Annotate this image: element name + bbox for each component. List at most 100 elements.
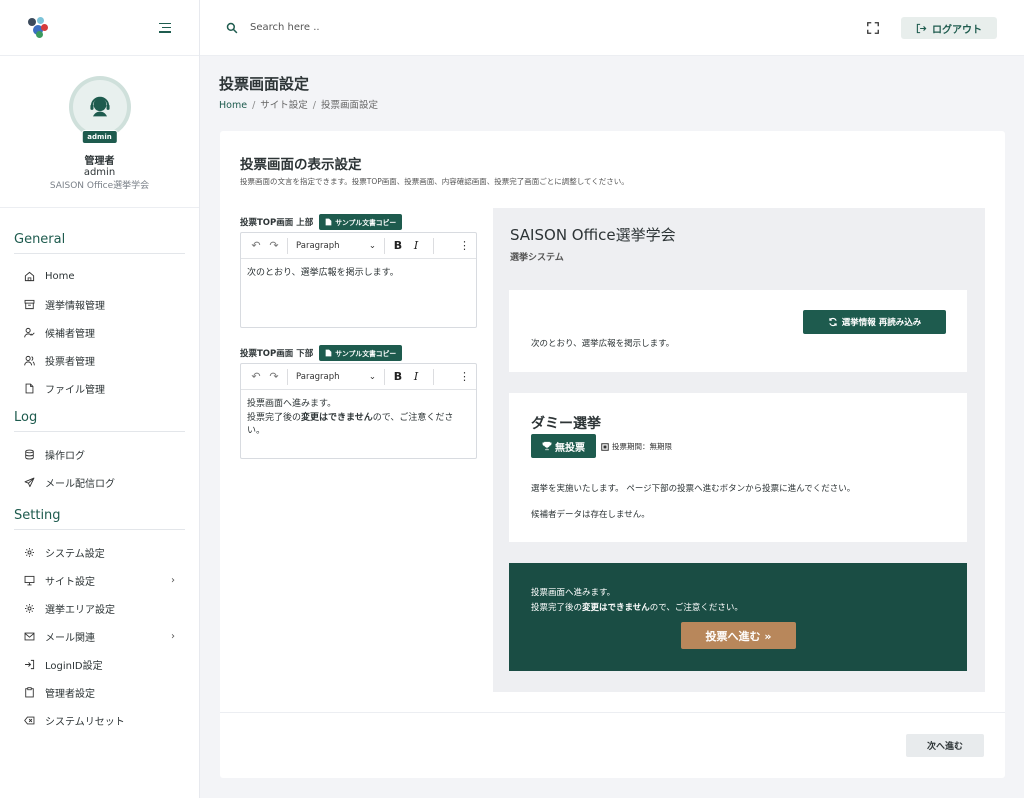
menu-toggle-icon[interactable] <box>157 22 171 33</box>
support-agent-icon <box>89 96 110 117</box>
italic-icon[interactable]: I <box>407 237 425 255</box>
redo-icon[interactable]: ↷ <box>265 237 283 255</box>
logout-button[interactable]: ログアウト <box>901 17 997 39</box>
redo-icon[interactable]: ↷ <box>265 368 283 386</box>
chevron-right-icon: › <box>171 574 175 586</box>
editor-top-label: 投票TOP画面 上部 サンプル文書コピー <box>240 214 403 230</box>
sidebar-item-system-settings[interactable]: システム設定 <box>14 538 185 566</box>
sidebar-item-label: サイト設定 <box>45 576 95 588</box>
paragraph-select[interactable]: Paragraph ⌄ <box>292 372 380 382</box>
preview-election-box: ダミー選挙 無投票 投票期間：無期限 選挙を実施いたします。 ページ下部の投票へ… <box>509 393 967 542</box>
italic-icon[interactable]: I <box>407 368 425 386</box>
election-title: ダミー選挙 <box>531 416 601 432</box>
home-icon <box>24 271 35 281</box>
editor-toolbar: ↶ ↷ Paragraph ⌄ B I ⋮ <box>241 233 476 259</box>
search-icon <box>226 22 238 33</box>
sidebar-item-label: 投票者管理 <box>45 356 95 368</box>
sidebar-item-files[interactable]: ファイル管理 <box>14 374 185 402</box>
user-check-icon <box>24 327 35 337</box>
nav-general: General Home 選挙情報管理 候補者管理 投票者管理 ファイル管理 <box>0 208 199 402</box>
sidebar-item-label: 選挙情報管理 <box>45 300 105 312</box>
paragraph-select-value: Paragraph <box>296 240 340 251</box>
fullscreen-icon[interactable] <box>866 21 880 35</box>
line2-bold: 変更はできません <box>582 603 650 613</box>
sidebar-item-mail[interactable]: メール関連 › <box>14 622 185 650</box>
document-icon <box>325 218 332 226</box>
next-button[interactable]: 次へ進む <box>906 734 984 757</box>
copy-sample-label: サンプル文書コピー <box>335 350 397 358</box>
line2-post: ので、ご注意ください。 <box>649 603 743 613</box>
monitor-icon <box>24 575 35 585</box>
sidebar-item-label: 選挙エリア設定 <box>45 604 115 616</box>
paragraph-select[interactable]: Paragraph ⌄ <box>292 241 380 251</box>
top-header: ログアウト <box>200 0 1024 56</box>
reload-label: 選挙情報 再読み込み <box>841 318 922 328</box>
profile-name: 管理者 <box>84 156 115 167</box>
line2-bold: 変更はできません <box>301 412 373 423</box>
chevron-down-icon: ⌄ <box>368 240 376 251</box>
sidebar-item-site-settings[interactable]: サイト設定 › <box>14 566 185 594</box>
editor-top-content[interactable]: 次のとおり、選挙広報を掲示します。 <box>241 259 476 289</box>
sidebar-top <box>0 0 199 56</box>
sidebar-item-label: 管理者設定 <box>45 688 95 700</box>
editor-bottom-content[interactable]: 投票画面へ進みます。 投票完了後の変更はできませんので、ご注意ください。 <box>241 390 476 447</box>
sidebar-item-operation-log[interactable]: 操作ログ <box>14 440 185 468</box>
sidebar-item-label: システム設定 <box>45 548 105 560</box>
chevron-right-icon: › <box>171 630 175 642</box>
sidebar-item-system-reset[interactable]: システムリセット <box>14 706 185 734</box>
sidebar-item-voters[interactable]: 投票者管理 <box>14 346 185 374</box>
breadcrumb-mid[interactable]: サイト設定 <box>260 100 308 111</box>
sidebar-item-label: 候補者管理 <box>45 328 95 340</box>
mail-icon <box>24 632 35 640</box>
editor-bottom-label: 投票TOP画面 下部 サンプル文書コピー <box>240 345 403 361</box>
bold-icon[interactable]: B <box>389 237 407 255</box>
clipboard-icon <box>25 686 34 697</box>
breadcrumb-home[interactable]: Home <box>219 100 247 111</box>
copy-sample-bottom-button[interactable]: サンプル文書コピー <box>319 345 403 361</box>
sidebar-item-area-settings[interactable]: 選挙エリア設定 <box>14 594 185 622</box>
undo-icon[interactable]: ↶ <box>247 237 265 255</box>
sidebar-item-election-info[interactable]: 選挙情報管理 <box>14 290 185 318</box>
sidebar-item-label: 操作ログ <box>45 450 85 462</box>
line2-pre: 投票完了後の <box>247 412 302 423</box>
editor-top[interactable]: ↶ ↷ Paragraph ⌄ B I ⋮ 次のとおり、選挙広報を掲示します。 <box>240 232 477 328</box>
copy-sample-label: サンプル文書コピー <box>335 219 397 227</box>
sidebar-item-loginid[interactable]: LoginID設定 <box>14 650 185 678</box>
vote-period-text: 投票期間：無期限 <box>612 442 672 451</box>
preview-subtitle: 選挙システム <box>510 253 564 263</box>
nav-heading-log: Log <box>14 402 185 432</box>
editor-bottom[interactable]: ↶ ↷ Paragraph ⌄ B I ⋮ 投票画面へ進みます。 投票完了後の変更… <box>240 363 477 459</box>
more-vertical-icon[interactable]: ⋮ <box>459 370 470 383</box>
sidebar-item-label: Home <box>45 270 75 282</box>
copy-sample-top-button[interactable]: サンプル文書コピー <box>319 214 403 230</box>
logout-icon <box>916 23 927 33</box>
sidebar-item-candidates[interactable]: 候補者管理 <box>14 318 185 346</box>
preview-bottom-line1: 投票画面へ進みます。 <box>531 588 616 598</box>
file-icon <box>25 383 34 393</box>
undo-icon[interactable]: ↶ <box>247 368 265 386</box>
gear-icon <box>25 603 34 613</box>
logo-icon[interactable] <box>28 16 50 39</box>
profile-org: SAISON Office選挙学会 <box>49 181 150 191</box>
nav-log: Log 操作ログ メール配信ログ <box>0 402 199 496</box>
paragraph-select-value: Paragraph <box>296 371 340 382</box>
breadcrumb: Home / サイト設定 / 投票画面設定 <box>219 100 378 111</box>
nav-heading-setting: Setting <box>14 496 185 530</box>
sidebar-item-label: ファイル管理 <box>45 384 105 396</box>
proceed-to-vote-button[interactable]: 投票へ進む » <box>681 622 796 649</box>
line2-pre: 投票完了後の <box>531 603 583 613</box>
sidebar-item-home[interactable]: Home <box>14 262 185 290</box>
preview-bottom-line2: 投票完了後の変更はできませんので、ご注意ください。 <box>531 601 743 613</box>
sidebar-item-admin-settings[interactable]: 管理者設定 <box>14 678 185 706</box>
sidebar-item-mail-log[interactable]: メール配信ログ <box>14 468 185 496</box>
preview-panel: SAISON Office選挙学会 選挙システム 選挙情報 再読み込み 次のとお… <box>493 208 985 692</box>
no-vote-badge: 無投票 <box>531 434 596 458</box>
users-icon <box>24 355 35 365</box>
reload-election-button[interactable]: 選挙情報 再読み込み <box>803 310 946 334</box>
more-vertical-icon[interactable]: ⋮ <box>459 239 470 252</box>
bold-icon[interactable]: B <box>389 368 407 386</box>
preview-bottom-box: 投票画面へ進みます。 投票完了後の変更はできませんので、ご注意ください。 投票へ… <box>509 563 967 671</box>
sidebar-item-label: メール配信ログ <box>45 478 115 490</box>
search-input[interactable] <box>250 22 550 33</box>
editor-bottom-line2: 投票完了後の変更はできませんので、ご注意ください。 <box>247 412 470 439</box>
